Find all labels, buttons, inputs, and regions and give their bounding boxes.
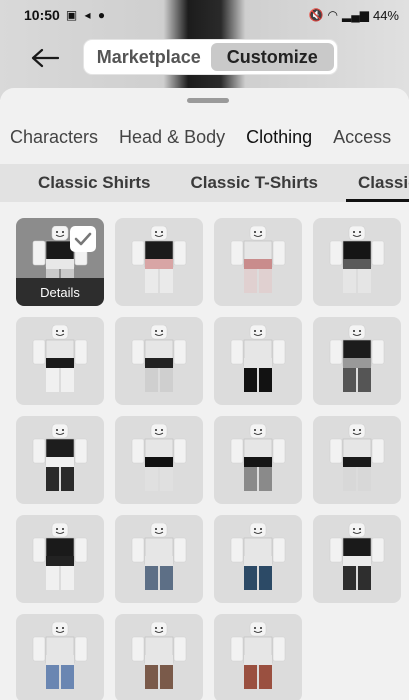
avatar-preview: [230, 325, 286, 392]
clothing-item-tile[interactable]: [313, 218, 401, 306]
details-button[interactable]: Details: [16, 278, 104, 306]
sheet-grabber-handle[interactable]: [187, 98, 229, 103]
clothing-item-tile[interactable]: [115, 614, 203, 700]
signal-icon: ▂▄▆: [342, 8, 369, 22]
clothing-item-tile[interactable]: [16, 515, 104, 603]
checkmark-icon: [74, 232, 92, 246]
clothing-item-tile[interactable]: [16, 416, 104, 504]
wifi-icon: ◠: [327, 8, 338, 22]
avatar-preview: [329, 325, 385, 392]
clothing-item-tile[interactable]: [115, 416, 203, 504]
avatar-preview: [131, 622, 187, 689]
category-tabs: Characters Head & Body Clothing Access: [0, 118, 409, 156]
status-time: 10:50: [24, 7, 60, 23]
subtab-classic-pants[interactable]: Classic: [346, 164, 409, 202]
clothing-item-tile[interactable]: [214, 317, 302, 405]
marketplace-tab[interactable]: Marketplace: [87, 43, 211, 71]
avatar-preview: [329, 226, 385, 293]
status-bar: 10:50 ▣ ◂ ● 🔇 ◠ ▂▄▆ 44%: [0, 0, 409, 30]
mode-toggle: Marketplace Customize: [84, 40, 337, 74]
avatar-preview: [131, 424, 187, 491]
avatar-preview: [329, 523, 385, 590]
clothing-item-tile[interactable]: [115, 218, 203, 306]
avatar-preview: [131, 523, 187, 590]
subtab-classic-shirts[interactable]: Classic Shirts: [38, 164, 150, 202]
avatar-preview: [230, 622, 286, 689]
clothing-item-tile[interactable]: [214, 416, 302, 504]
customize-sheet: Characters Head & Body Clothing Access C…: [0, 88, 409, 700]
subtab-classic-tshirts[interactable]: Classic T-Shirts: [190, 164, 318, 202]
avatar-preview: [329, 424, 385, 491]
clothing-item-tile[interactable]: [16, 614, 104, 700]
avatar-preview: [32, 424, 88, 491]
clothing-item-tile[interactable]: [313, 317, 401, 405]
avatar-preview: [131, 226, 187, 293]
clothing-item-tile[interactable]: [214, 614, 302, 700]
tab-characters[interactable]: Characters: [10, 127, 98, 148]
avatar-preview: [131, 325, 187, 392]
clothing-item-tile[interactable]: [214, 515, 302, 603]
clothing-item-tile[interactable]: [16, 317, 104, 405]
mute-icon: 🔇: [308, 8, 324, 22]
clothing-item-tile[interactable]: Details: [16, 218, 104, 306]
avatar-preview: [230, 523, 286, 590]
tab-accessories[interactable]: Access: [333, 127, 391, 148]
subcategory-tabs: Classic Shirts Classic T-Shirts Classic: [0, 164, 409, 202]
avatar-preview: [230, 226, 286, 293]
tab-clothing[interactable]: Clothing: [246, 127, 312, 148]
arrow-left-icon: [31, 48, 59, 68]
clothing-item-tile[interactable]: [313, 515, 401, 603]
items-grid: Details: [16, 218, 401, 700]
back-button[interactable]: [28, 44, 62, 72]
clothing-item-tile[interactable]: [313, 416, 401, 504]
status-right: 🔇 ◠ ▂▄▆ 44%: [309, 8, 399, 23]
clothing-item-tile[interactable]: [115, 317, 203, 405]
battery-level: 44%: [372, 7, 399, 23]
selected-checkbox[interactable]: [70, 226, 96, 252]
avatar-preview: [230, 424, 286, 491]
clothing-item-tile[interactable]: [115, 515, 203, 603]
customize-tab[interactable]: Customize: [210, 43, 334, 71]
avatar-preview: [32, 622, 88, 689]
clothing-item-tile[interactable]: [214, 218, 302, 306]
avatar-preview: [32, 325, 88, 392]
tab-head-body[interactable]: Head & Body: [119, 127, 225, 148]
notification-icons: ▣ ◂ ●: [65, 8, 108, 22]
avatar-preview: [32, 523, 88, 590]
